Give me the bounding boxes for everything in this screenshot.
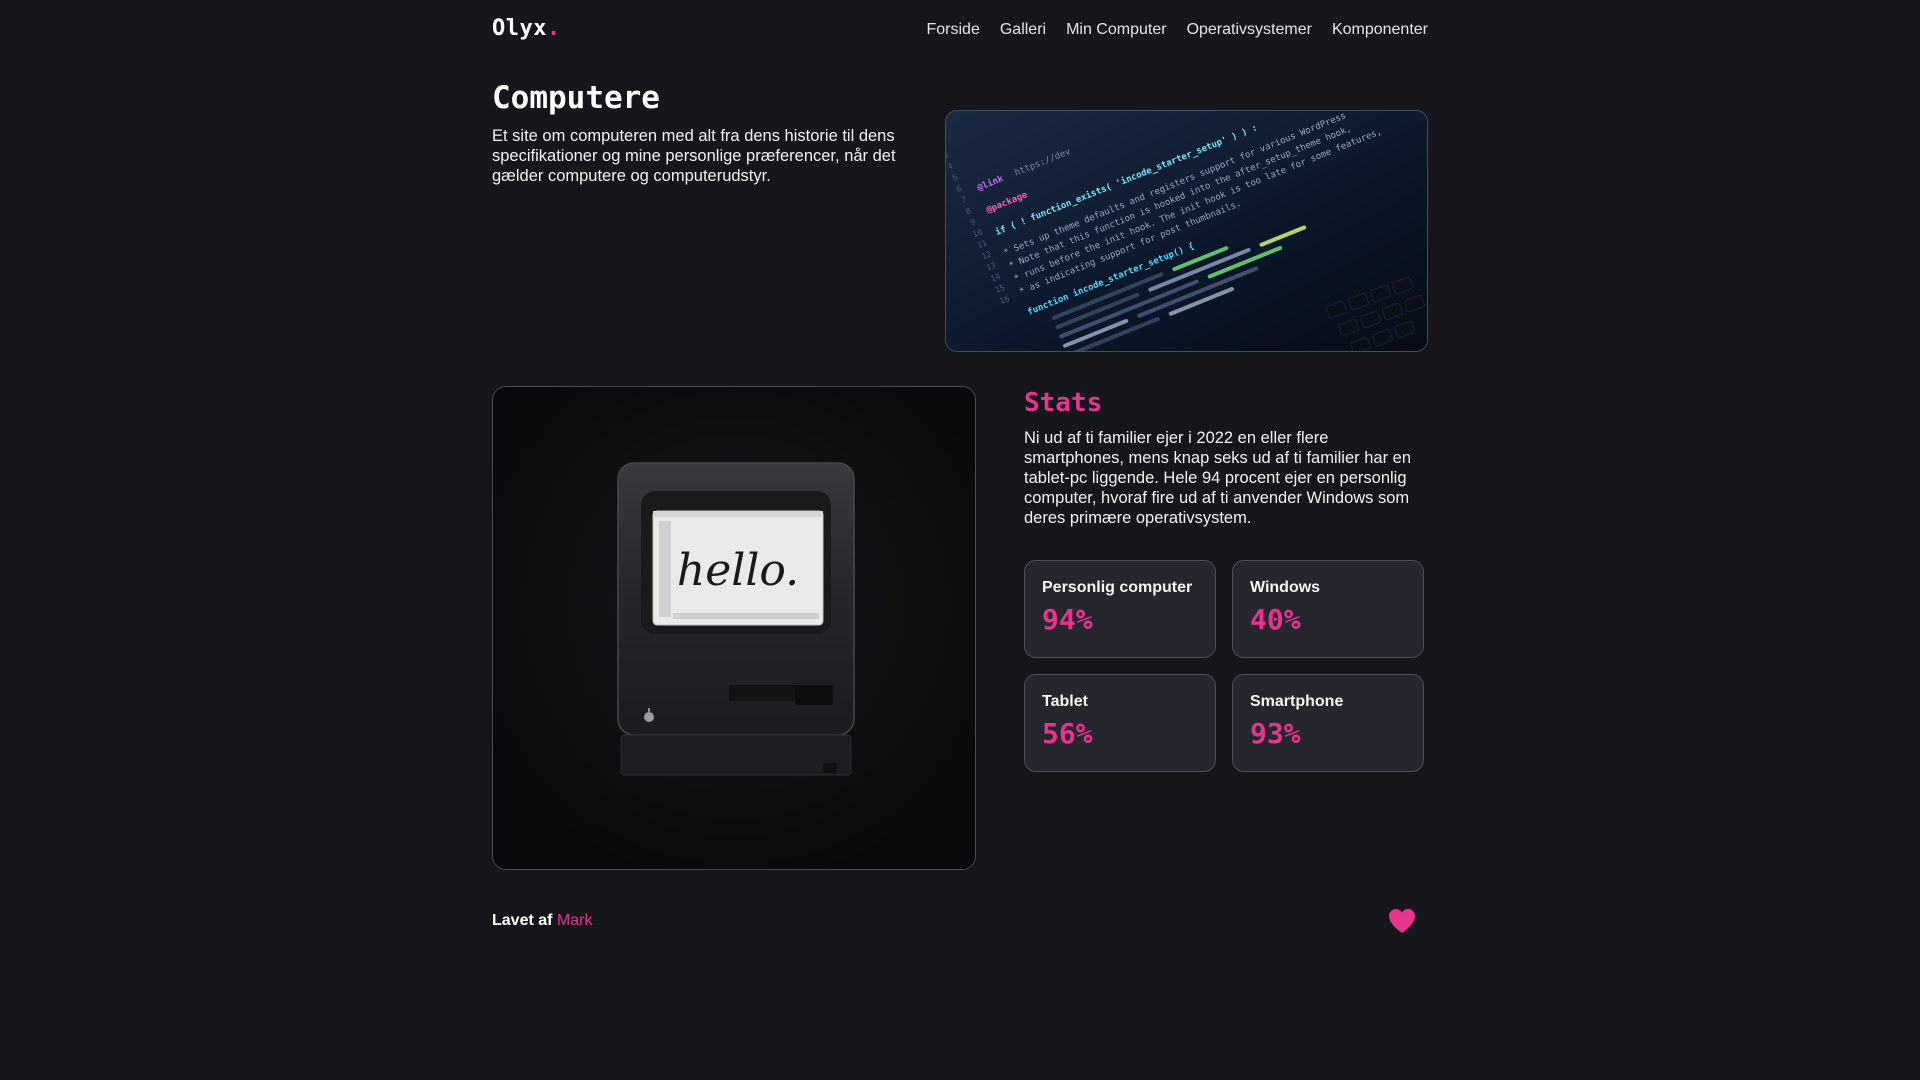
- stat-label: Windows: [1250, 579, 1321, 596]
- stat-value: 94%: [1042, 603, 1093, 636]
- stat-card-windows: Windows 40%: [1232, 560, 1424, 658]
- stat-value: 40%: [1250, 603, 1301, 636]
- logo-text: Olyx: [492, 16, 547, 41]
- stat-value: 56%: [1042, 717, 1093, 750]
- logo[interactable]: Olyx.: [492, 16, 561, 41]
- nav-link-min-computer[interactable]: Min Computer: [1066, 21, 1166, 39]
- stat-value: 93%: [1250, 717, 1301, 750]
- macintosh-illustration: hello.: [493, 387, 975, 869]
- author-link[interactable]: Mark: [557, 912, 593, 929]
- screen-hello-text: hello.: [677, 545, 799, 596]
- code-screen-illustration: 345 678 91011 121314 1516 @link https://…: [946, 111, 1427, 351]
- stat-card-tablet: Tablet 56%: [1024, 674, 1216, 772]
- stat-label: Smartphone: [1250, 693, 1344, 710]
- main-nav: Forside Galleri Min Computer Operativsys…: [926, 21, 1428, 39]
- hero-description: Et site om computeren med alt fra dens h…: [492, 127, 896, 185]
- nav-link-galleri[interactable]: Galleri: [1000, 21, 1046, 39]
- footer-prefix: Lavet af: [492, 912, 553, 929]
- macintosh-image: hello.: [492, 386, 976, 870]
- page: Olyx. Forside Galleri Min Computer Opera…: [0, 0, 1920, 1080]
- nav-link-komponenter[interactable]: Komponenter: [1332, 21, 1428, 39]
- footer-credit: Lavet af Mark: [492, 912, 592, 930]
- nav-link-operativsystemer[interactable]: Operativsystemer: [1187, 21, 1312, 39]
- code-screen-image: 345 678 9 10 11 12 13 14 15 16 @link https://…: [945, 110, 1428, 352]
- stats-title: Stats: [1024, 388, 1103, 418]
- heart-icon: [1388, 908, 1416, 939]
- stat-card-smartphone: Smartphone 93%: [1232, 674, 1424, 772]
- stat-card-personlig-computer: Personlig computer 94%: [1024, 560, 1216, 658]
- page-title: Computere: [492, 80, 660, 116]
- logo-dot: .: [546, 16, 561, 41]
- stat-label: Tablet: [1042, 693, 1088, 710]
- stat-label: Personlig computer: [1042, 579, 1193, 596]
- stats-description: Ni ud af ti familier ejer i 2022 en elle…: [1024, 429, 1412, 527]
- nav-link-forside[interactable]: Forside: [926, 21, 979, 39]
